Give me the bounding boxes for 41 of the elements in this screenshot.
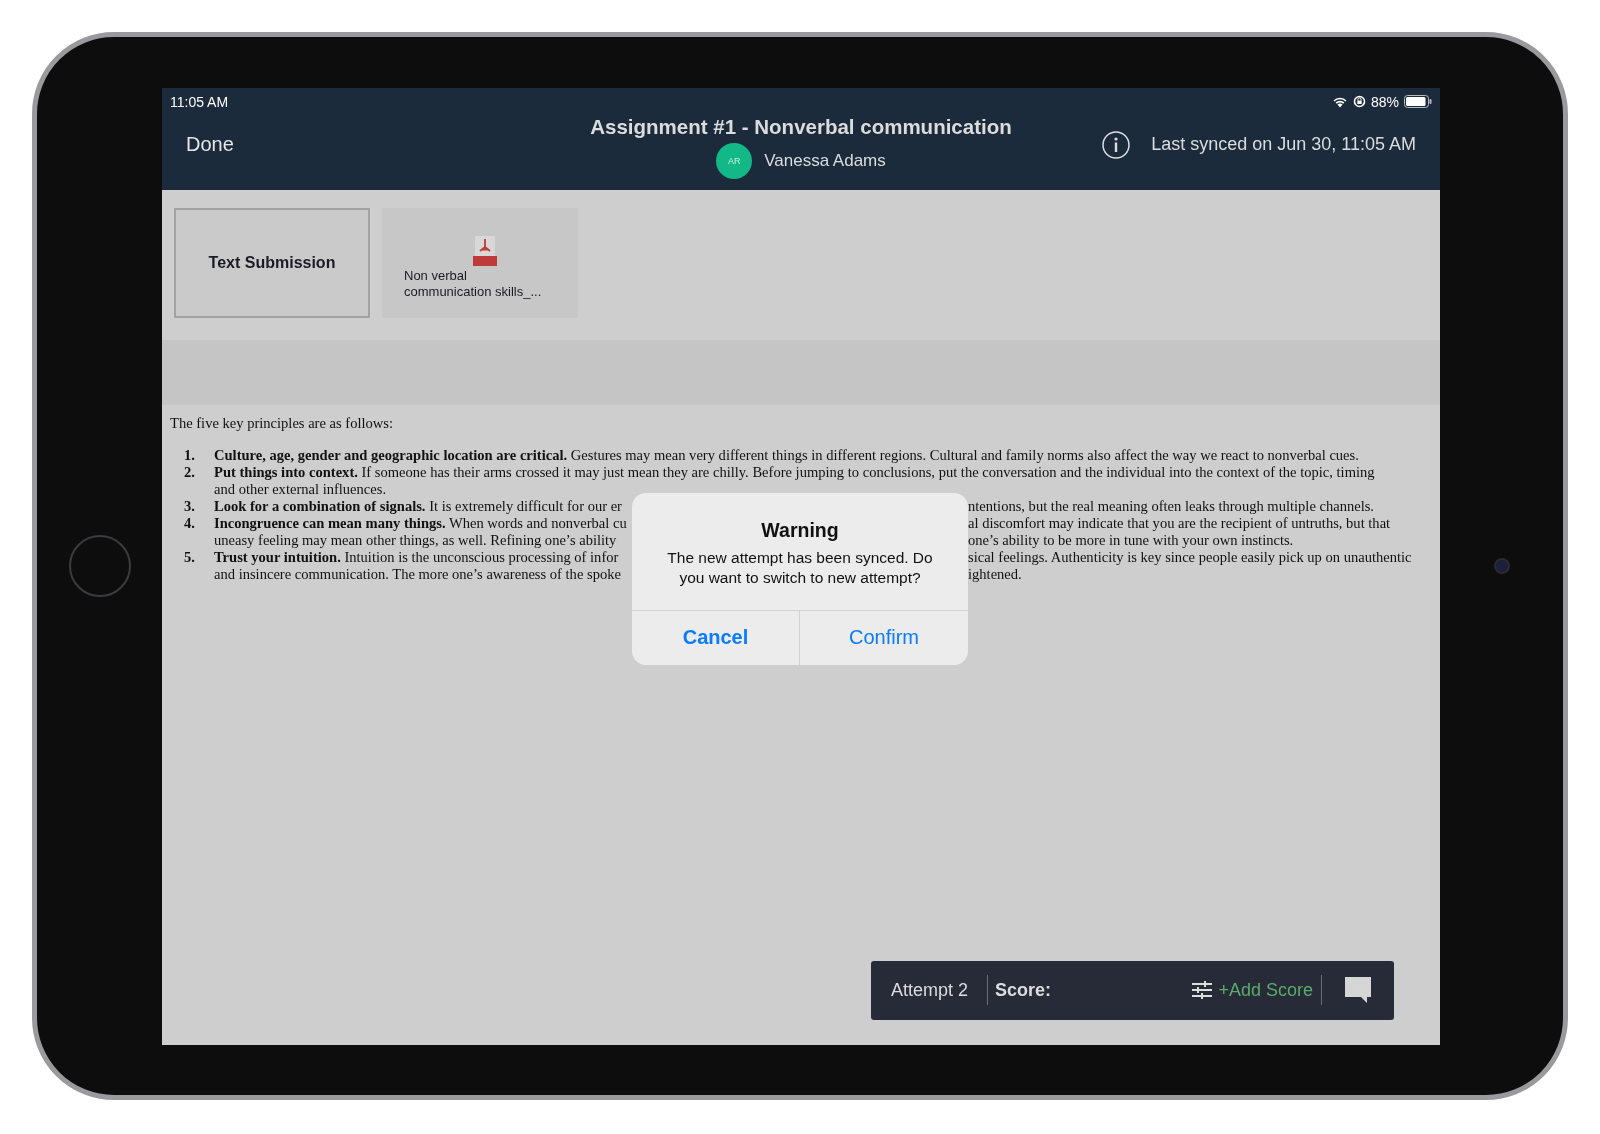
document-text: and other external influences. bbox=[214, 480, 387, 497]
document-text: sical feelings. Authenticity is key since people easily pick up on unauthentic bbox=[968, 548, 1412, 566]
document-text: and insincere communication. The more one’s awareness of the spoke bbox=[214, 565, 621, 583]
list-number: 5. bbox=[183, 548, 196, 567]
document-text: ntentions, but the real meaning often leaks through multiple channels. bbox=[968, 497, 1374, 515]
list-number: 3. bbox=[183, 497, 196, 515]
document-text: uneasy feeling may mean other things, as well. Refining one’s ability bbox=[214, 531, 617, 549]
assignment-title: Assignment #1 - Nonverbal communication bbox=[590, 114, 1012, 139]
sliders-icon[interactable] bbox=[1192, 981, 1213, 999]
comment-icon[interactable] bbox=[1344, 976, 1372, 1004]
document-text: Look for a combination of signals. It is extremely difficult for our er bbox=[214, 497, 622, 515]
document-text: ightened. bbox=[968, 565, 1022, 583]
file-tab[interactable]: Non verbal communication skills_... bbox=[382, 207, 578, 318]
pdf-icon bbox=[473, 235, 497, 266]
info-icon[interactable] bbox=[1101, 129, 1132, 160]
wifi-icon bbox=[1331, 95, 1348, 108]
document-text: Trust your intuition. Intuition is the unconscious processing of infor bbox=[214, 548, 619, 566]
document-text: Put things into context. If someone has their arms crossed it may just mean they are chilly. Before jumping to conclusions, put the conversation and the individual into the context of the topic, timing bbox=[214, 463, 1375, 480]
document-text: al discomfort may indicate that you are the recipient of untruths, but that bbox=[968, 514, 1391, 532]
document-paragraph: The five key principles are as follows: bbox=[170, 414, 394, 432]
document-text: Culture, age, gender and geographic location are critical. Gestures may mean very different things in different regions. Cultural and family norms also affect the way we react to nonverbal cues. bbox=[214, 446, 1359, 463]
done-button[interactable]: Done bbox=[162, 133, 234, 156]
dialog-title: Warning bbox=[760, 518, 840, 542]
document-text: one’s ability to be more in tune with your own instincts. bbox=[968, 531, 1294, 549]
dialog-message: The new attempt has been synced. Do you want to switch to new attempt? bbox=[666, 547, 934, 588]
sync-status: Last synced on Jun 30, 11:05 AM bbox=[1151, 134, 1416, 155]
list-number: 4. bbox=[183, 514, 196, 533]
status-time: 11:05 AM bbox=[170, 93, 229, 110]
add-score-link[interactable]: +Add Score bbox=[1218, 979, 1321, 1001]
rotation-lock-icon bbox=[1352, 95, 1366, 108]
student-name: Vanessa Adams bbox=[764, 150, 886, 171]
submission-tab[interactable]: Text Submission bbox=[174, 207, 370, 318]
student-avatar: AR bbox=[716, 142, 753, 179]
camera-lens bbox=[1493, 558, 1510, 574]
list-number: 1. bbox=[183, 446, 196, 464]
battery-icon bbox=[1404, 95, 1432, 108]
list-number: 2. bbox=[183, 463, 196, 482]
attempt-label[interactable]: Attempt 2 bbox=[871, 979, 988, 1001]
document-text: Incongruence can mean many things. When words and nonverbal cu bbox=[214, 514, 627, 532]
battery-percent: 88% bbox=[1370, 93, 1399, 110]
score-label: Score: bbox=[994, 979, 1053, 1001]
